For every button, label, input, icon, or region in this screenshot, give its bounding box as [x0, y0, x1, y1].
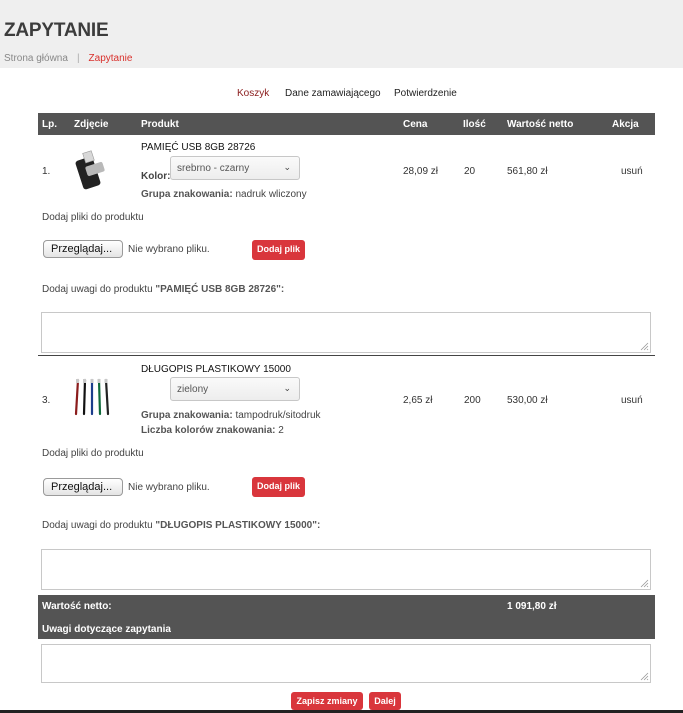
- save-changes-button[interactable]: Zapisz zmiany: [291, 692, 363, 710]
- color-label: Kolor:: [141, 171, 171, 182]
- row-net-value: 561,80 zł: [507, 166, 548, 177]
- color-select[interactable]: srebrno - czarny ⌄: [170, 156, 300, 180]
- product-name: DŁUGOPIS PLASTIKOWY 15000: [141, 364, 291, 375]
- step-customer-data[interactable]: Dane zamawiającego: [285, 88, 381, 99]
- cart-table-header: Lp. Zdjęcie Produkt Cena Ilość Wartość n…: [38, 113, 655, 135]
- page-header: ZAPYTANIE Strona główna | Zapytanie: [0, 0, 683, 68]
- row-lp: 1.: [42, 166, 51, 177]
- marking-group-value: tampodruk/sitodruk: [235, 410, 321, 421]
- row-qty: 200: [464, 395, 481, 406]
- remove-link[interactable]: usuń: [621, 166, 643, 177]
- col-action: Akcja: [612, 119, 639, 130]
- notes-product-name: "DŁUGOPIS PLASTIKOWY 15000":: [155, 520, 321, 531]
- net-total-label: Wartość netto:: [42, 601, 112, 612]
- notes-prefix: Dodaj uwagi do produktu: [42, 284, 156, 295]
- net-total-value: 1 091,80 zł: [507, 601, 557, 612]
- resize-grip-icon[interactable]: [640, 672, 649, 681]
- add-files-label: Dodaj pliki do produktu: [42, 212, 144, 223]
- resize-grip-icon[interactable]: [640, 342, 649, 351]
- breadcrumb-separator: |: [76, 53, 80, 64]
- notes-product-name: "PAMIĘĆ USB 8GB 28726":: [155, 284, 285, 295]
- col-photo: Zdjęcie: [74, 119, 109, 130]
- marking-group: Grupa znakowania: nadruk wliczony: [141, 189, 307, 200]
- row-price: 2,65 zł: [403, 395, 433, 406]
- product-notes-label: Dodaj uwagi do produktu "DŁUGOPIS PLASTI…: [42, 520, 320, 531]
- color-select-value: srebrno - czarny: [177, 163, 250, 174]
- add-files-label: Dodaj pliki do produktu: [42, 448, 144, 459]
- browse-button[interactable]: Przeglądaj...: [43, 478, 123, 496]
- summary-bar: Wartość netto: 1 091,80 zł Uwagi dotyczą…: [38, 595, 655, 639]
- breadcrumb: Strona główna | Zapytanie: [4, 53, 132, 64]
- no-file-text: Nie wybrano pliku.: [128, 244, 210, 255]
- breadcrumb-home-link[interactable]: Strona główna: [4, 53, 68, 64]
- pens-icon: [74, 378, 110, 416]
- row-lp: 3.: [42, 395, 51, 406]
- inquiry-notes-label: Uwagi dotyczące zapytania: [42, 624, 171, 635]
- marking-group-value: nadruk wliczony: [235, 189, 307, 200]
- color-select[interactable]: zielony ⌄: [170, 377, 300, 401]
- product-notes-label: Dodaj uwagi do produktu "PAMIĘĆ USB 8GB …: [42, 284, 284, 295]
- col-lp: Lp.: [42, 119, 57, 130]
- add-file-button[interactable]: Dodaj plik: [252, 477, 305, 497]
- row-divider: [38, 355, 655, 356]
- breadcrumb-current: Zapytanie: [88, 53, 133, 64]
- col-price: Cena: [403, 119, 428, 130]
- checkout-steps: Koszyk Dane zamawiającego Potwierdzenie: [0, 88, 683, 102]
- color-select-value: zielony: [177, 384, 209, 395]
- usb-drive-icon: [75, 150, 105, 190]
- browse-button[interactable]: Przeglądaj...: [43, 240, 123, 258]
- chevron-down-icon: ⌄: [283, 383, 291, 393]
- row-qty: 20: [464, 166, 476, 177]
- marking-group: Grupa znakowania: tampodruk/sitodruk: [141, 410, 321, 421]
- chevron-down-icon: ⌄: [283, 162, 291, 172]
- col-product: Produkt: [141, 119, 179, 130]
- col-qty: Ilość: [463, 119, 486, 130]
- step-cart[interactable]: Koszyk: [237, 88, 269, 99]
- marking-group-label: Grupa znakowania:: [141, 410, 233, 421]
- marking-colors-label: Liczba kolorów znakowania:: [141, 425, 276, 436]
- step-confirmation[interactable]: Potwierdzenie: [394, 88, 457, 99]
- resize-grip-icon[interactable]: [640, 579, 649, 588]
- no-file-text: Nie wybrano pliku.: [128, 482, 210, 493]
- row-net-value: 530,00 zł: [507, 395, 548, 406]
- row-price: 28,09 zł: [403, 166, 439, 177]
- marking-colors-value: 2: [278, 425, 284, 436]
- add-file-button[interactable]: Dodaj plik: [252, 240, 305, 260]
- next-button[interactable]: Dalej: [369, 692, 401, 710]
- remove-link[interactable]: usuń: [621, 395, 643, 406]
- page-title: ZAPYTANIE: [4, 20, 109, 41]
- product-notes-textarea[interactable]: [41, 312, 651, 353]
- product-name: PAMIĘĆ USB 8GB 28726: [141, 142, 256, 153]
- product-notes-textarea[interactable]: [41, 549, 651, 590]
- inquiry-notes-textarea[interactable]: [41, 644, 651, 683]
- marking-group-label: Grupa znakowania:: [141, 189, 233, 200]
- notes-prefix: Dodaj uwagi do produktu: [42, 520, 156, 531]
- marking-colors-count: Liczba kolorów znakowania: 2: [141, 425, 284, 436]
- col-net-value: Wartość netto: [507, 119, 574, 130]
